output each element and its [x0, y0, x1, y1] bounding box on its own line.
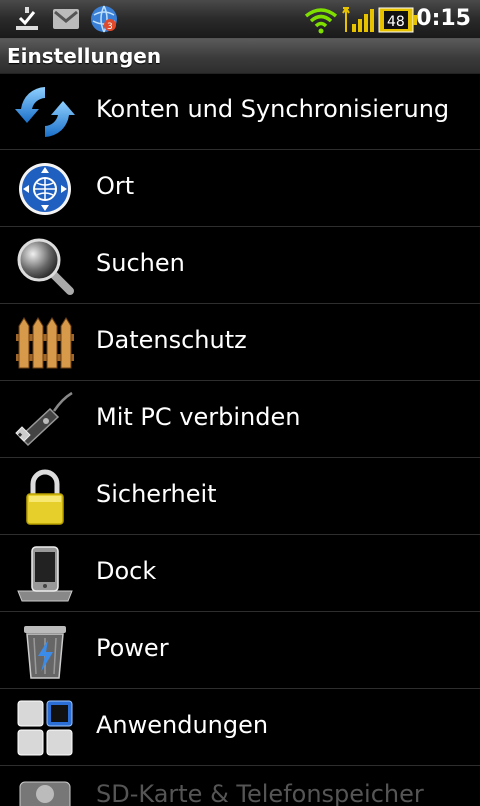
settings-item-location[interactable]: Ort: [0, 150, 480, 227]
location-icon: [14, 158, 76, 220]
signal-icon: [342, 7, 374, 32]
browser-icon: 3: [91, 5, 117, 33]
gmail-icon: [53, 9, 79, 29]
power-trash-icon: [14, 620, 76, 682]
battery-level-text: 48: [387, 14, 405, 30]
settings-item-label: Dock: [96, 557, 157, 585]
search-icon: [14, 235, 76, 297]
wifi-icon: [304, 8, 338, 34]
settings-item-label: Power: [96, 634, 169, 662]
applications-icon: [14, 697, 76, 759]
settings-item-privacy[interactable]: Datenschutz: [0, 304, 480, 381]
settings-item-dock[interactable]: Dock: [0, 535, 480, 612]
dock-icon: [14, 543, 76, 605]
page-title: Einstellungen: [7, 44, 162, 68]
settings-item-power[interactable]: Power: [0, 612, 480, 689]
status-bar[interactable]: 3 48 0:15: [0, 0, 480, 39]
settings-item-accounts-sync[interactable]: Konten und Synchronisierung: [0, 73, 480, 150]
settings-list: Konten und Synchronisierung Ort Suchen D…: [0, 73, 480, 806]
clock-time: 0:15: [416, 6, 471, 31]
settings-item-label: SD-Karte & Telefonspeicher: [96, 780, 424, 806]
settings-item-security[interactable]: Sicherheit: [0, 458, 480, 535]
sync-icon: [14, 81, 76, 143]
settings-item-label: Mit PC verbinden: [96, 403, 301, 431]
settings-item-connect-pc[interactable]: Mit PC verbinden: [0, 381, 480, 458]
usb-icon: [14, 389, 76, 451]
settings-item-label: Ort: [96, 172, 135, 200]
settings-item-sd-card-storage[interactable]: SD-Karte & Telefonspeicher: [0, 766, 480, 806]
lock-icon: [14, 466, 76, 528]
sd-card-icon: [14, 774, 76, 806]
settings-item-label: Suchen: [96, 249, 185, 277]
title-bar: Einstellungen: [0, 39, 480, 74]
svg-text:3: 3: [107, 22, 113, 32]
settings-item-applications[interactable]: Anwendungen: [0, 689, 480, 766]
battery-icon: 48: [378, 7, 417, 33]
settings-item-search[interactable]: Suchen: [0, 227, 480, 304]
fence-icon: [14, 312, 76, 374]
settings-item-label: Anwendungen: [96, 711, 269, 739]
settings-item-label: Datenschutz: [96, 326, 247, 354]
download-complete-icon: [16, 7, 38, 30]
settings-item-label: Sicherheit: [96, 480, 217, 508]
settings-item-label: Konten und Synchronisierung: [96, 95, 450, 123]
